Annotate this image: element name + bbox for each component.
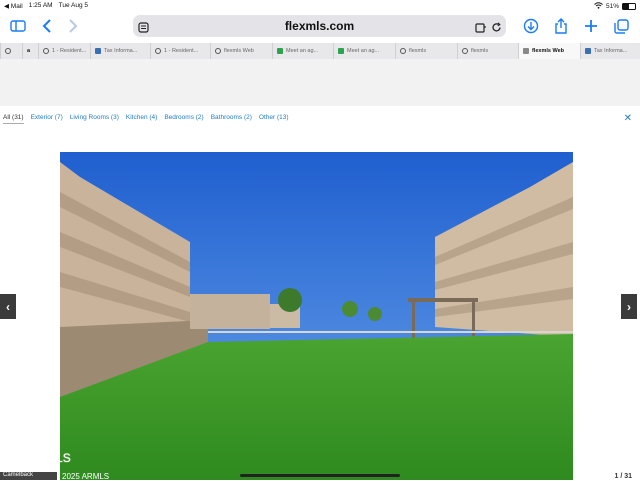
globe-icon <box>43 48 49 54</box>
battery-icon <box>622 3 636 10</box>
tab-item[interactable]: flexmls Web <box>210 43 272 59</box>
category-kitchen[interactable]: Kitchen (4) <box>126 114 157 124</box>
clock: 1:25 AM <box>28 2 53 9</box>
category-living-rooms[interactable]: Living Rooms (3) <box>70 114 119 124</box>
tax-icon <box>585 48 591 54</box>
category-other[interactable]: Other (13) <box>259 114 289 124</box>
battery-percent: 51% <box>605 3 619 10</box>
back-button[interactable] <box>36 15 58 37</box>
next-photo-button[interactable]: › <box>621 294 637 319</box>
globe-icon <box>462 48 468 54</box>
tab-item[interactable]: Meet an ag... <box>333 43 395 59</box>
tab-item[interactable]: 1 - Resident... <box>150 43 210 59</box>
download-icon[interactable] <box>520 15 542 37</box>
tab-item-active[interactable]: flexmls Web <box>518 43 580 59</box>
globe-icon <box>400 48 406 54</box>
green-icon <box>277 48 283 54</box>
home-indicator[interactable] <box>240 474 400 477</box>
globe-icon <box>215 48 221 54</box>
tab-item[interactable]: Meet an ag... <box>272 43 333 59</box>
wifi-icon <box>594 2 603 11</box>
extension-icon[interactable] <box>475 20 487 38</box>
share-icon[interactable] <box>550 15 572 37</box>
photo-copyright: 2025 ARMLS <box>0 451 71 465</box>
page-header-area <box>0 59 640 106</box>
tab-item[interactable]: Tax Informa... <box>580 43 640 59</box>
tab-item[interactable]: flexmls <box>457 43 518 59</box>
url-text: flexmls.com <box>284 19 355 33</box>
photo-counter: 1 / 31 <box>614 473 632 480</box>
photo-caption: Camelback <box>0 472 57 480</box>
forward-button[interactable] <box>62 15 84 37</box>
tab-item[interactable] <box>0 43 22 59</box>
close-gallery-icon[interactable]: ✕ <box>624 113 632 124</box>
green-icon <box>338 48 344 54</box>
date: Tue Aug 5 <box>58 2 88 9</box>
tax-icon <box>95 48 101 54</box>
category-all[interactable]: All (31) <box>3 114 24 124</box>
category-bedrooms[interactable]: Bedrooms (2) <box>164 114 203 124</box>
new-tab-icon[interactable] <box>580 15 602 37</box>
globe-icon <box>5 48 11 54</box>
amazon-icon: a <box>27 48 31 54</box>
gallery-photo <box>60 152 573 480</box>
tab-item[interactable]: Tax Informa... <box>90 43 150 59</box>
back-to-app-link[interactable]: ◀ Mail <box>4 2 23 10</box>
reload-icon[interactable] <box>491 20 502 38</box>
globe-icon <box>155 48 161 54</box>
tab-overview-icon[interactable] <box>610 15 632 37</box>
category-bathrooms[interactable]: Bathrooms (2) <box>211 114 252 124</box>
status-bar: ◀ Mail 1:25 AM Tue Aug 5 51% <box>0 0 640 11</box>
tab-bar: a 1 - Resident... Tax Informa... 1 - Res… <box>0 43 640 59</box>
tab-item[interactable]: 1 - Resident... <box>38 43 90 59</box>
address-bar[interactable]: flexmls.com <box>133 15 506 37</box>
browser-toolbar: flexmls.com <box>0 11 640 41</box>
category-exterior[interactable]: Exterior (7) <box>31 114 63 124</box>
tab-item[interactable]: a <box>22 43 38 59</box>
sidebar-icon[interactable] <box>7 15 29 37</box>
page-icon <box>523 48 529 54</box>
tab-item[interactable]: flexmls <box>395 43 457 59</box>
previous-photo-button[interactable]: ‹ <box>0 294 16 319</box>
photo-category-filter: All (31) Exterior (7) Living Rooms (3) K… <box>3 114 289 124</box>
